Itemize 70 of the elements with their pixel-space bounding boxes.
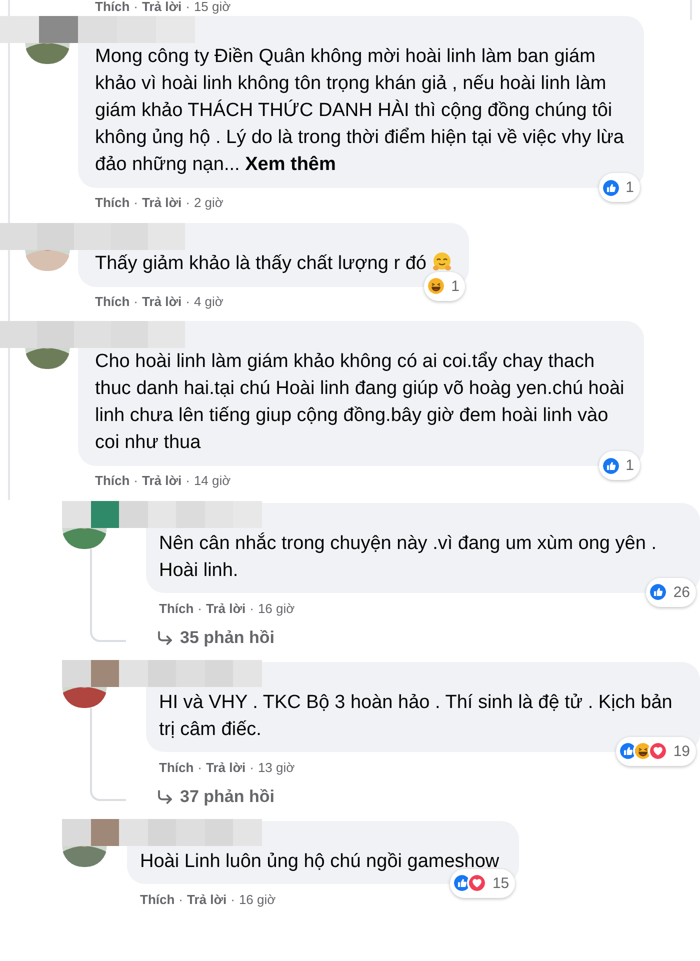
separator-dot: · (250, 758, 254, 776)
timestamp[interactable]: 13 giờ (258, 758, 295, 777)
avatar[interactable] (62, 686, 107, 708)
avatar[interactable] (62, 846, 107, 866)
like-icon (600, 456, 621, 476)
comment-text: Hoài Linh luôn ủng hộ chú ngồi gameshow (140, 850, 500, 872)
like-link[interactable]: Thích (159, 758, 194, 777)
like-icon (600, 178, 621, 198)
reaction-badge[interactable]: 15 (450, 868, 516, 898)
reply-link[interactable]: Trả lời (142, 292, 182, 311)
separator-dot: · (134, 292, 138, 310)
separator-dot: · (178, 890, 184, 908)
reply-link[interactable]: Trả lời (142, 193, 182, 212)
separator-dot: · (186, 194, 190, 212)
like-link[interactable]: Thích (95, 0, 130, 14)
reply-link[interactable]: Trả lời (206, 758, 246, 777)
reaction-badge[interactable]: 1 (598, 173, 640, 202)
separator-dot: · (250, 600, 254, 618)
separator-dot: · (134, 194, 138, 212)
reply-link[interactable]: Trả lời (187, 890, 227, 909)
separator-dot: · (186, 472, 190, 490)
heart-icon (648, 741, 668, 761)
heart-icon (467, 873, 488, 893)
comment-text: Thấy giảm khảo là thấy chất lượng r đó (95, 252, 426, 274)
comment-text: Cho hoài linh làm giám khảo không có ai coi.tẩy chay thach thuc danh hai.tại chú Hoài linh đang giúp võ hoàg yen.chú hoài linh chưa lên tiếng giup cộng đồng.bây giờ đem hoài linh vào coi như thua (95, 351, 624, 453)
like-icon (648, 582, 668, 602)
reaction-badge[interactable]: 19 (616, 736, 696, 766)
hugging-face-icon (432, 252, 452, 272)
comment-text: Nên cân nhắc trong chuyện này .vì đang um xùm ong yên . Hoài linh. (159, 532, 656, 580)
reaction-badge[interactable]: 26 (646, 578, 696, 606)
laughing-face-icon (426, 276, 446, 296)
avatar[interactable] (25, 348, 70, 369)
like-link[interactable]: Thích (140, 890, 175, 909)
reaction-count: 15 (492, 874, 510, 894)
separator-dot: · (186, 0, 190, 14)
avatar[interactable] (25, 43, 70, 64)
reply-arrow-icon (156, 628, 174, 647)
separator-dot: · (230, 890, 235, 908)
separator-dot: · (134, 0, 138, 14)
reaction-badge[interactable]: 1 (424, 272, 466, 300)
like-link[interactable]: Thích (95, 193, 130, 212)
like-link[interactable]: Thích (95, 292, 130, 311)
avatar[interactable] (62, 528, 107, 548)
see-more-link[interactable]: Xem thêm (245, 154, 336, 175)
timestamp[interactable]: 16 giờ (238, 890, 276, 909)
separator-dot: · (186, 292, 190, 310)
reply-arrow-icon (156, 788, 174, 806)
timestamp[interactable]: 15 giờ (194, 0, 231, 14)
reaction-count: 19 (673, 742, 690, 762)
separator-dot: · (198, 600, 202, 618)
reply-link[interactable]: Trả lời (142, 471, 182, 490)
reaction-count: 26 (673, 582, 690, 602)
reaction-count: 1 (626, 178, 634, 198)
comment-text: Mong công ty Điền Quân không mời hoài linh làm ban giám khảo vì hoài linh không tôn trọng khán giả , nếu hoài linh làm giám khảo THÁCH THỨC DANH HÀI thì cộng đồng chúng tôi không ủng hộ . Lý do là trong thời điểm hiện tại về việc vhy lừa đảo những nạn... Xem thêm (95, 46, 624, 175)
reply-link[interactable]: Trả lời (142, 0, 182, 14)
like-link[interactable]: Thích (159, 598, 194, 618)
timestamp[interactable]: 2 giờ (194, 193, 224, 212)
separator-dot: · (198, 758, 202, 776)
comment-text: HI và VHY . TKC Bộ 3 hoàn hảo . Thí sinh là đệ tử . Kịch bản trị câm điếc. (159, 692, 672, 740)
timestamp[interactable]: 4 giờ (194, 292, 224, 311)
reaction-count: 1 (626, 456, 634, 476)
timestamp[interactable]: 16 giờ (258, 598, 295, 618)
reaction-badge[interactable]: 1 (598, 451, 640, 480)
view-replies-link[interactable]: 35 phản hồi (146, 625, 700, 660)
view-replies-link[interactable]: 37 phản hồi (146, 784, 700, 818)
like-link[interactable]: Thích (95, 471, 130, 490)
timestamp[interactable]: 14 giờ (194, 471, 231, 490)
reaction-count: 1 (451, 276, 460, 296)
reply-link[interactable]: Trả lời (206, 598, 246, 618)
separator-dot: · (134, 472, 138, 490)
